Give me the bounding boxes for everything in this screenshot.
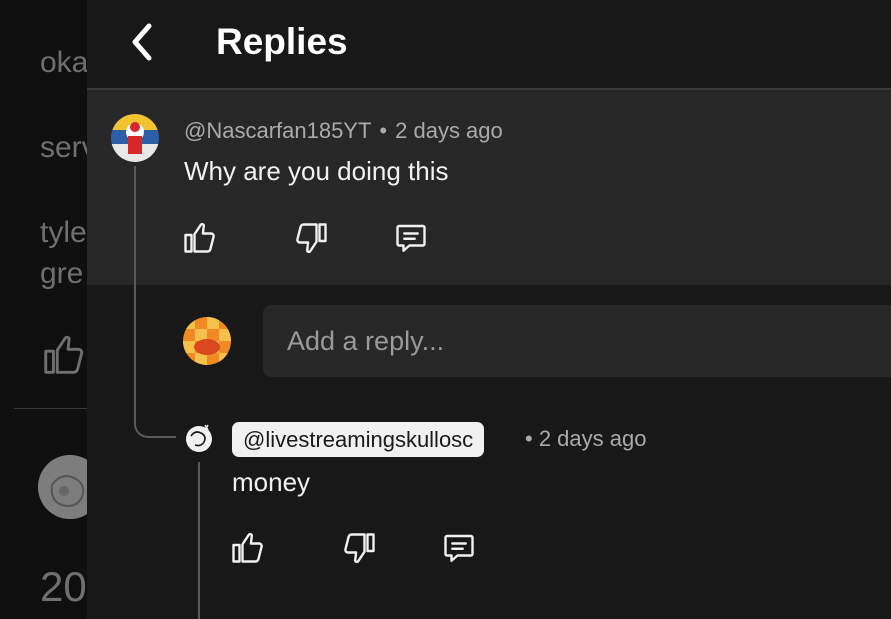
comment-author[interactable]: @Nascarfan185YT	[184, 118, 371, 143]
background-divider	[14, 408, 94, 409]
add-reply-input[interactable]: Add a reply...	[263, 305, 891, 377]
reply-meta: • 2 days ago	[525, 425, 646, 453]
meta-separator: •	[379, 118, 388, 143]
reply-author-badge[interactable]: @livestreamingskullosc	[232, 422, 485, 457]
background-text: tyle	[40, 216, 87, 249]
comment-meta: @Nascarfan185YT • 2 days ago	[184, 117, 503, 145]
thread-line	[134, 166, 136, 285]
thumbs-up-icon[interactable]	[181, 220, 217, 256]
reply-text: money	[232, 467, 311, 497]
avatar[interactable]	[183, 422, 215, 454]
background-text: oka	[40, 46, 89, 79]
comment-time: 2 days ago	[395, 118, 503, 143]
background-text: 20	[40, 563, 87, 610]
chevron-left-icon[interactable]	[123, 20, 163, 64]
thread-connector	[134, 285, 176, 438]
thumbs-down-icon[interactable]	[342, 530, 378, 566]
reply-time: 2 days ago	[538, 426, 647, 451]
comment-icon[interactable]	[441, 530, 477, 566]
thread-line	[198, 462, 200, 619]
meta-separator: •	[525, 426, 533, 451]
avatar	[183, 317, 231, 365]
comment-text: Why are you doing this	[184, 156, 449, 186]
background-text: gre	[40, 257, 84, 290]
background-like-icon	[44, 335, 84, 374]
parent-comment: @Nascarfan185YT • 2 days ago Why are you d…	[87, 90, 891, 285]
comment-icon[interactable]	[393, 220, 429, 256]
thumbs-down-icon[interactable]	[294, 220, 330, 256]
replies-panel: Replies @Nascarfan185YT • 2 days ago Why a…	[87, 0, 891, 619]
page-title: Replies	[216, 21, 348, 62]
avatar[interactable]	[111, 114, 159, 162]
app-root: oka serv tyle gre 20 Replies @Nascarfan1…	[0, 0, 891, 619]
thumbs-up-icon[interactable]	[229, 530, 265, 566]
replies-header: Replies	[87, 0, 891, 88]
